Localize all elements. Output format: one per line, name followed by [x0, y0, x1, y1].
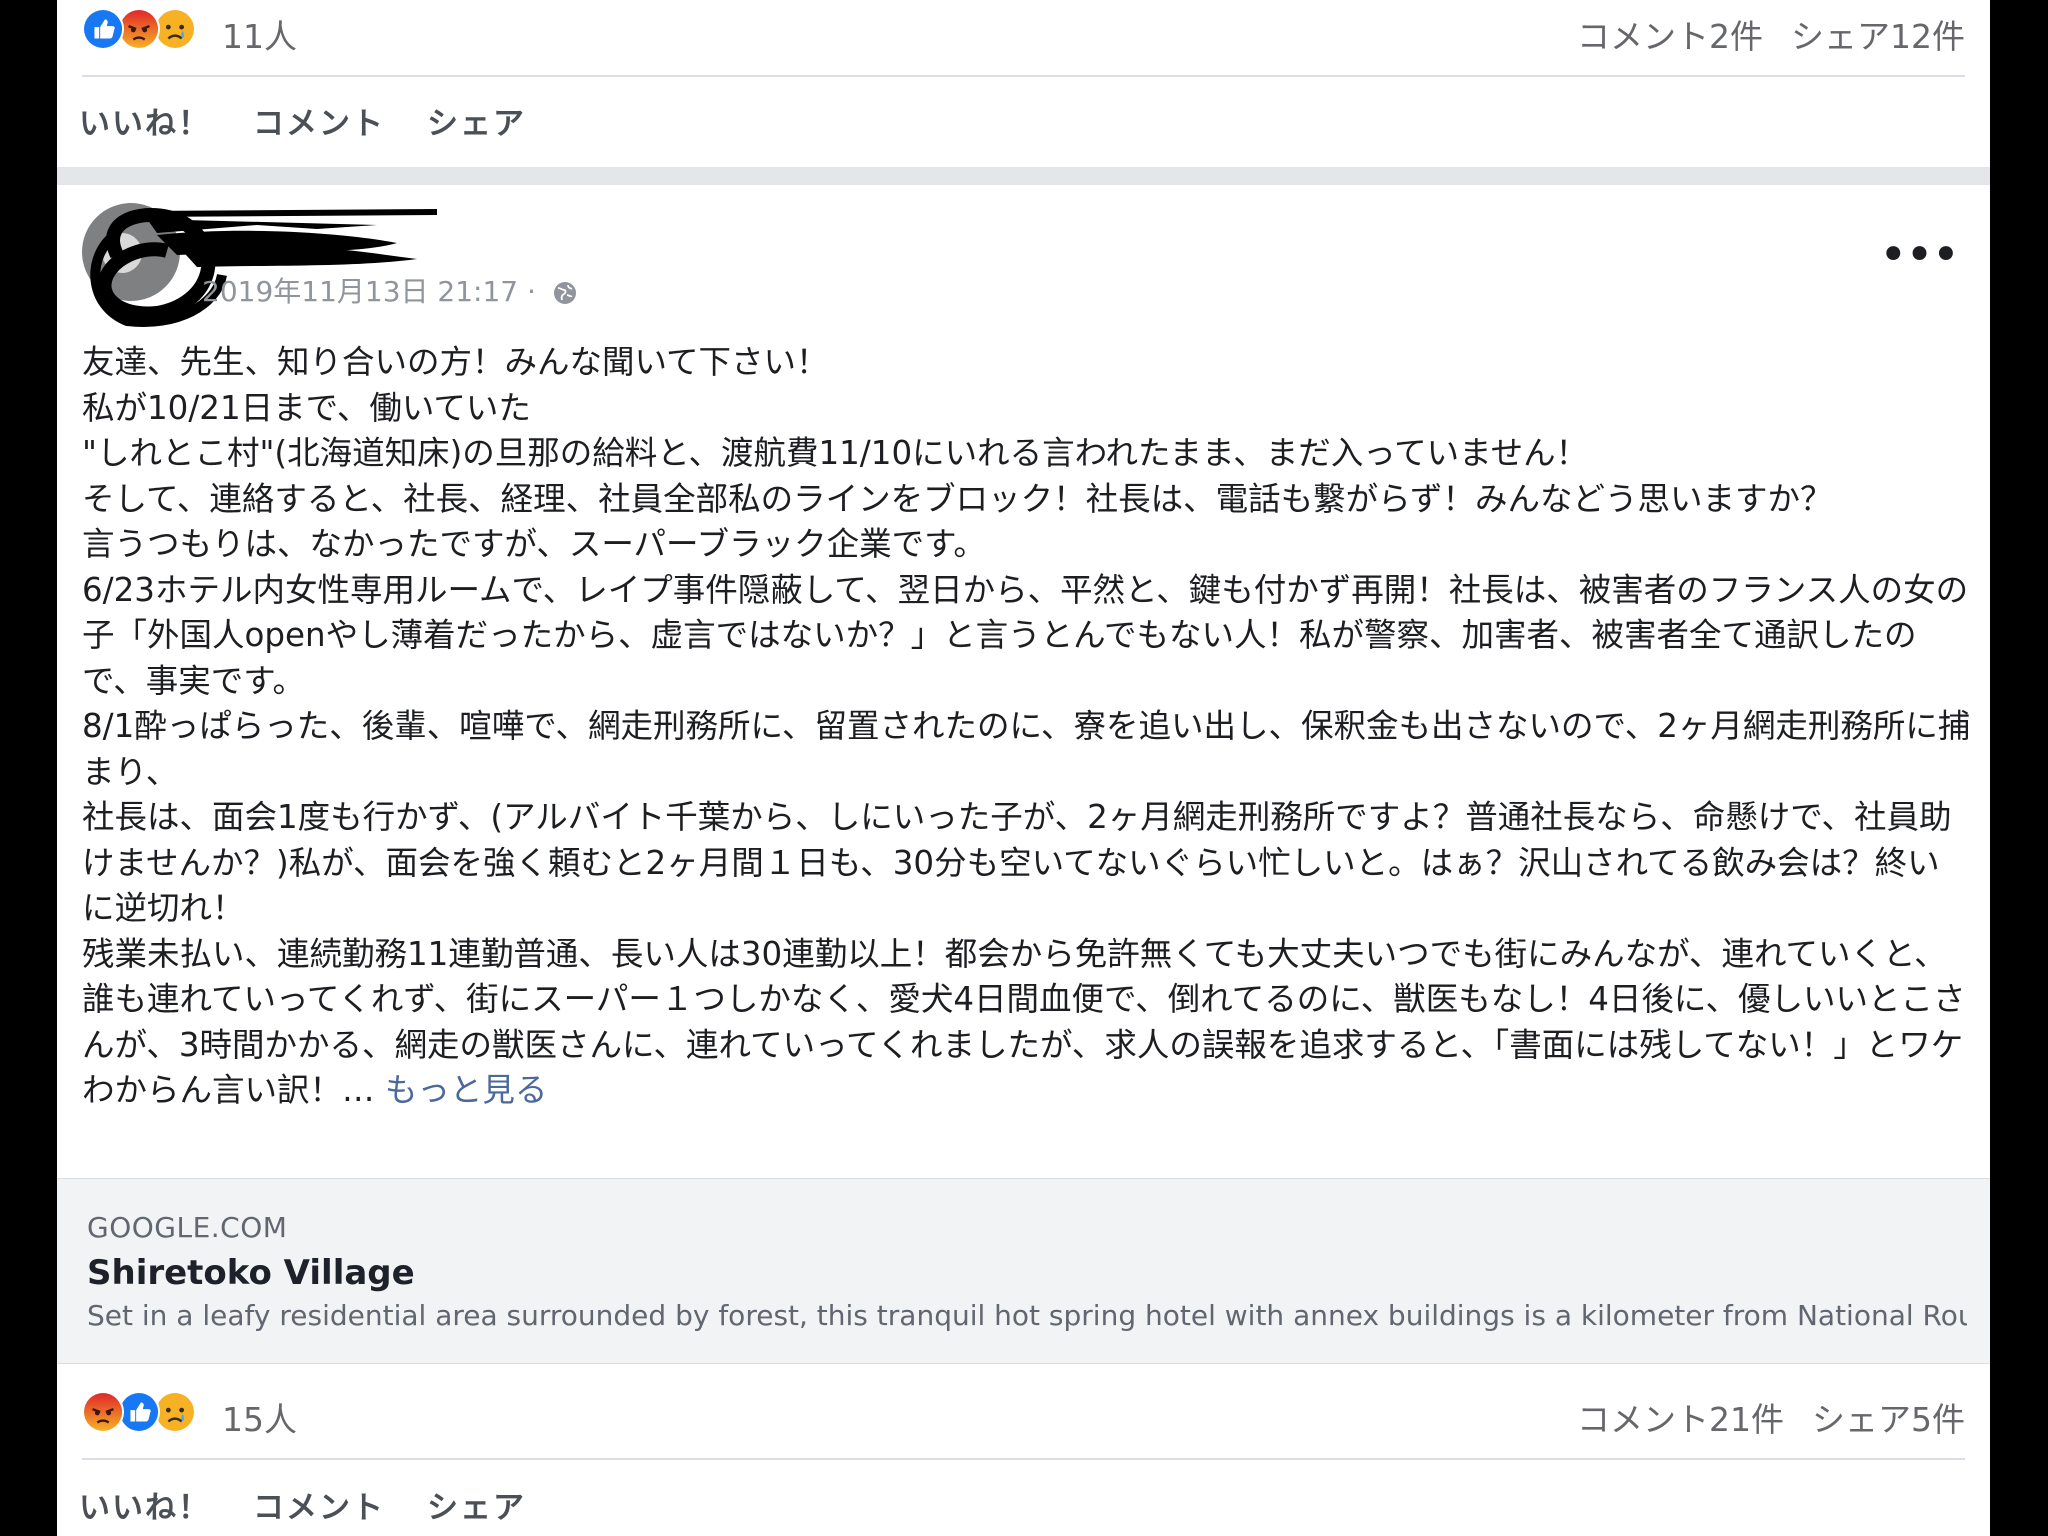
like-reaction-icon: [118, 1391, 160, 1433]
engagement-counts: コメント2件 シェア12件: [1549, 10, 1965, 58]
post-timestamp[interactable]: 2019年11月13日 21:17 ·: [202, 270, 577, 310]
link-description: Set in a leafy residential area surround…: [87, 1299, 1967, 1332]
post-paragraph: 言うつもりは、なかったですが、スーパーブラック企業です。: [82, 525, 986, 563]
reaction-count[interactable]: 11人: [222, 10, 297, 58]
link-title[interactable]: Shiretoko Village: [87, 1253, 415, 1293]
redaction-scribble: [90, 208, 437, 327]
post-paragraph: そして、連絡すると、社長、経理、社員全部私のラインをブロック！社長は、電話も繋が…: [82, 479, 1833, 518]
reaction-icons[interactable]: [82, 8, 212, 54]
like-reaction-icon: [82, 8, 124, 50]
link-preview-card[interactable]: GOOGLE.COM Shiretoko Village Set in a le…: [57, 1178, 1990, 1364]
post-text: 友達、先生、知り合いの方！みんな聞いて下さい！ 私が10/21日まで、働いていた…: [82, 340, 1972, 1114]
more-options-icon[interactable]: •••: [1879, 231, 1960, 279]
sad-reaction-icon: [154, 8, 196, 50]
engagement-counts: コメント21件 シェア5件: [1549, 1393, 1965, 1441]
post-paragraph: 友達、先生、知り合いの方！みんな聞いて下さい！: [82, 343, 829, 381]
post-separator: [57, 167, 1990, 185]
post-paragraph-last: 残業未払い、連続勤務11連勤普通、長い人は30連勤以上！都会から免許無くても大丈…: [82, 932, 1972, 1114]
angry-reaction-icon: [118, 8, 160, 50]
link-domain: GOOGLE.COM: [87, 1211, 288, 1244]
post-paragraph: "しれとこ村"(北海道知床)の旦那の給料と、渡航費11/10にいれる言われたまま…: [82, 434, 1589, 472]
post-paragraph: 私が10/21日まで、働いていた: [82, 388, 531, 427]
angry-reaction-icon: [82, 1391, 124, 1433]
divider: [82, 1458, 1965, 1460]
action-bar: いいね！ コメント シェア: [79, 98, 568, 148]
divider: [82, 75, 1965, 77]
comment-button[interactable]: コメント: [253, 1482, 385, 1527]
post-paragraph: 8/1酔っぱらった、後輩、喧嘩で、網走刑務所に、留置されたのに、寮を追い出し、保…: [82, 707, 1971, 791]
comment-button[interactable]: コメント: [253, 98, 385, 143]
see-more-link[interactable]: もっと見る: [385, 1071, 548, 1109]
share-count[interactable]: シェア5件: [1812, 1400, 1965, 1439]
sad-reaction-icon: [154, 1391, 196, 1433]
post-paragraph-text: 残業未払い、連続勤務11連勤普通、長い人は30連勤以上！都会から免許無くても大丈…: [82, 934, 1966, 1110]
reaction-icons[interactable]: [82, 1391, 212, 1437]
news-feed: 11人 コメント2件 シェア12件 いいね！ コメント シェア 2019年11月13日…: [57, 0, 1990, 1536]
post-paragraph: 社長は、面会1度も行かず、(アルバイト千葉から、しにいった子が、2ヶ月網走刑務所…: [82, 798, 1952, 927]
share-button[interactable]: シェア: [427, 98, 526, 143]
post-paragraph: 6/23ホテル内女性専用ルームで、レイプ事件隠蔽して、翌日から、平然と、鍵も付か…: [82, 570, 1969, 700]
comment-count[interactable]: コメント2件: [1577, 17, 1763, 56]
like-button[interactable]: いいね！: [79, 1482, 211, 1527]
reactions-bar[interactable]: 11人 コメント2件 シェア12件: [82, 0, 1965, 70]
date-text: 2019年11月13日 21:17 ·: [202, 275, 545, 308]
globe-icon: [553, 282, 576, 304]
reactions-bar[interactable]: 15人 コメント21件 シェア5件: [82, 1383, 1965, 1453]
action-bar: いいね！ コメント シェア: [79, 1482, 568, 1532]
share-button[interactable]: シェア: [427, 1482, 526, 1527]
like-button[interactable]: いいね！: [79, 98, 211, 143]
reaction-count[interactable]: 15人: [222, 1393, 297, 1441]
comment-count[interactable]: コメント21件: [1577, 1400, 1784, 1439]
share-count[interactable]: シェア12件: [1791, 17, 1965, 56]
